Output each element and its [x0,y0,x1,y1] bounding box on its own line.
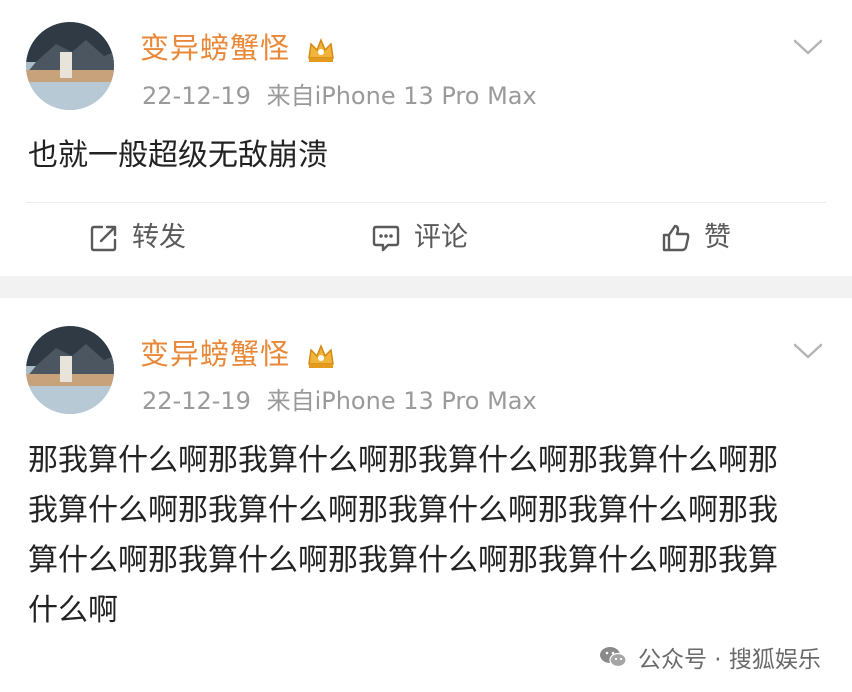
post-meta: 22-12-19 来自iPhone 13 Pro Max [142,81,537,111]
like-label: 赞 [704,222,731,253]
watermark: 公众号 · 搜狐娱乐 [598,640,821,674]
chevron-down-icon[interactable] [792,340,824,362]
repost-label: 转发 [132,222,186,253]
post-text: 也就一般超级无敌崩溃 [28,138,328,173]
post-source: 来自iPhone 13 Pro Max [266,82,537,110]
like-button[interactable]: 赞 [660,220,731,256]
username[interactable]: 变异螃蟹怪 [140,30,290,66]
avatar[interactable] [26,326,114,414]
comment-label: 评论 [414,222,468,253]
comment-icon [372,225,400,252]
post-source: 来自iPhone 13 Pro Max [266,387,537,415]
post-meta: 22-12-19 来自iPhone 13 Pro Max [142,386,537,416]
wechat-icon [600,647,627,668]
repost-button[interactable]: 转发 [88,220,186,256]
watermark-text: 公众号 · 搜狐娱乐 [638,647,821,673]
post-date: 22-12-19 [142,82,251,110]
comment-button[interactable]: 评论 [370,220,468,256]
weibo-post-2: 变异螃蟹怪 22-12-19 来自iPhone 13 Pro Max 那我算什么… [0,298,852,692]
repost-icon [90,225,117,252]
weibo-post-1: 变异螃蟹怪 22-12-19 来自iPhone 13 Pro Max 也就一般超… [0,0,852,276]
post-date: 22-12-19 [142,387,251,415]
divider [26,202,826,203]
avatar[interactable] [26,22,114,110]
like-icon [662,224,690,252]
post-text: 那我算什么啊那我算什么啊那我算什么啊那我算什么啊那我算什么啊那我算什么啊那我算什… [28,443,778,628]
chevron-down-icon[interactable] [792,36,824,58]
username[interactable]: 变异螃蟹怪 [140,336,290,372]
crown-icon [308,343,334,368]
crown-icon [308,37,334,62]
post-separator [0,276,852,298]
